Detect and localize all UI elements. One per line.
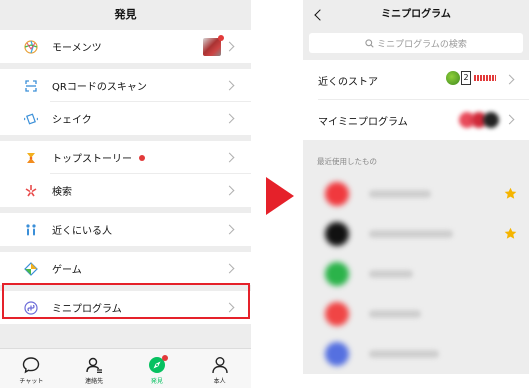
app-icon	[325, 262, 349, 286]
app-icon	[325, 182, 349, 206]
bottom-tab-bar: チャット 連絡先 発見 本人	[0, 348, 251, 388]
chat-icon	[23, 357, 40, 374]
recent-app-item[interactable]	[303, 254, 529, 294]
mini-programs-screen: ミニプログラム ミニプログラムの検索 近くのストア 2 マイミニプログラム 最近…	[303, 0, 529, 388]
mini-program-highlight-box	[2, 283, 250, 319]
app-name-blurred	[369, 310, 421, 318]
my-mini-programs-thumbnails	[459, 112, 499, 128]
tab-me[interactable]: 本人	[188, 349, 251, 388]
recent-list	[303, 174, 529, 374]
app-name-blurred	[369, 270, 413, 278]
moments-thumbnail	[203, 34, 224, 56]
chevron-right-icon	[504, 74, 515, 85]
tab-label: 本人	[213, 378, 226, 385]
menu-item-label: 近くにいる人	[52, 226, 112, 237]
notification-dot	[139, 154, 145, 161]
people-nearby-group: 近くにいる人	[0, 213, 251, 246]
my-mini-programs-label: マイミニプログラム	[318, 116, 408, 128]
menu-item-people-nearby[interactable]: 近くにいる人	[0, 213, 251, 246]
app-name-blurred	[369, 350, 439, 358]
recent-app-item[interactable]	[303, 294, 529, 334]
nearby-store-item[interactable]: 近くのストア 2	[303, 60, 529, 100]
page-title: 発見	[114, 8, 137, 21]
scan-group: QRコードのスキャン シェイク	[0, 69, 251, 135]
frog-logo-icon	[446, 71, 460, 85]
top-stories-icon	[27, 152, 35, 163]
menu-item-search[interactable]: 検索	[0, 174, 251, 207]
chevron-right-icon	[224, 152, 235, 162]
chevron-right-icon	[224, 80, 235, 90]
chevron-right-icon	[504, 114, 515, 125]
tab-label: 連絡先	[85, 378, 104, 385]
recent-section: 最近使用したもの	[303, 150, 529, 374]
tab-chats[interactable]: チャット	[0, 349, 63, 388]
notification-dot	[161, 355, 168, 361]
back-arrow-icon[interactable]	[314, 9, 326, 21]
arrow-right-icon	[266, 177, 294, 215]
discover-screen: 発見 モーメンツ QRコードのスキャン シェイク トップストーリー 検索 近くに…	[0, 0, 251, 388]
star-icon[interactable]	[504, 187, 517, 200]
search-input[interactable]: ミニプログラムの検索	[309, 33, 523, 53]
tab-label: 発見	[150, 378, 163, 385]
app-name-blurred	[369, 190, 431, 198]
menu-item-label: 検索	[52, 187, 72, 198]
top-stories-group: トップストーリー 検索	[0, 141, 251, 207]
app-icon	[325, 342, 349, 366]
contacts-icon	[86, 357, 103, 373]
chevron-right-icon	[224, 113, 235, 123]
chevron-right-icon	[224, 263, 235, 273]
menu-item-label: QRコードのスキャン	[52, 82, 147, 93]
tab-discover[interactable]: 発見	[126, 349, 189, 388]
games-group: ゲーム	[0, 252, 251, 285]
notification-dot	[218, 34, 224, 41]
tab-contacts[interactable]: 連絡先	[63, 349, 126, 388]
search-icon	[25, 184, 37, 196]
recent-section-title: 最近使用したもの	[303, 150, 529, 174]
me-icon	[211, 357, 228, 374]
scan-icon	[25, 79, 37, 92]
nearby-store-label: 近くのストア	[318, 76, 378, 88]
shake-icon	[24, 112, 38, 125]
store-logo-icon	[474, 75, 496, 81]
recent-app-item[interactable]	[303, 214, 529, 254]
nav-bar: ミニプログラム	[303, 0, 529, 30]
app-name-blurred	[369, 230, 453, 238]
search-icon	[365, 38, 374, 48]
chevron-right-icon	[224, 224, 235, 234]
moments-icon	[24, 39, 38, 54]
menu-item-scan[interactable]: QRコードのスキャン	[0, 69, 251, 102]
tab-label: チャット	[19, 378, 44, 385]
chevron-right-icon	[224, 41, 235, 51]
menu-item-label: シェイク	[52, 115, 92, 126]
recent-app-item[interactable]	[303, 174, 529, 214]
page-title: ミニプログラム	[381, 9, 451, 20]
menu-item-moments[interactable]: モーメンツ	[0, 30, 251, 63]
menu-item-shake[interactable]: シェイク	[0, 102, 251, 135]
search-placeholder: ミニプログラムの検索	[377, 39, 467, 50]
store-thumbnails: 2	[446, 71, 496, 85]
games-icon	[24, 261, 38, 276]
menu-item-top-stories[interactable]: トップストーリー	[0, 141, 251, 174]
menu-item-games[interactable]: ゲーム	[0, 252, 251, 285]
app-icon	[325, 302, 349, 326]
star-icon[interactable]	[504, 227, 517, 240]
menu-item-label: ゲーム	[52, 265, 82, 276]
people-nearby-icon	[26, 223, 36, 235]
app-icon	[325, 222, 349, 246]
menu-item-label: トップストーリー	[52, 154, 132, 165]
menu-item-label: モーメンツ	[52, 43, 102, 54]
chevron-right-icon	[224, 185, 235, 195]
store-tag: 2	[461, 71, 471, 85]
recent-app-item[interactable]	[303, 334, 529, 374]
moments-group: モーメンツ	[0, 30, 251, 63]
my-mini-programs-item[interactable]: マイミニプログラム	[303, 100, 529, 140]
